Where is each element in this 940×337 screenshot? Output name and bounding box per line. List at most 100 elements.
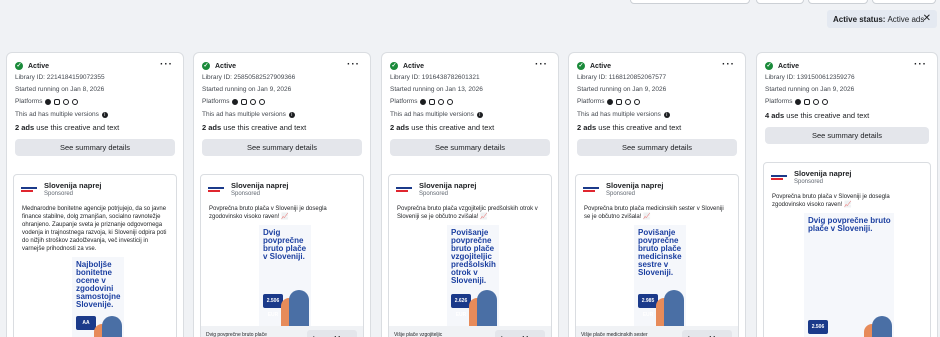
- platforms-label: Platforms: [765, 98, 793, 105]
- library-id: Library ID: 1168120852067577: [577, 74, 667, 81]
- link-caption[interactable]: Višje plače vzgojiteljic: [394, 332, 442, 337]
- platforms-row: Platforms: [202, 98, 266, 105]
- instagram-icon: [429, 98, 436, 105]
- ad-creative[interactable]: Slovenija naprej Sponsored Povprečna bru…: [388, 174, 552, 337]
- facebook-icon: [45, 98, 52, 105]
- learn-more-button[interactable]: Learn More: [307, 330, 357, 337]
- ads-suffix: use this creative and text: [598, 123, 682, 132]
- status-label: Active: [28, 62, 50, 70]
- ads-count: 2 ads: [577, 123, 597, 132]
- ad-status: ✓ Active ···: [765, 59, 929, 71]
- ad-image[interactable]: Najboljše bonitetne ocene v zgodovini sa…: [14, 257, 176, 337]
- info-icon[interactable]: i: [101, 111, 108, 118]
- ads-count-line: 2 ads use this creative and text: [15, 123, 119, 132]
- info-icon[interactable]: i: [476, 111, 483, 118]
- status-label: Active: [215, 62, 237, 70]
- info-icon[interactable]: i: [288, 111, 295, 118]
- see-summary-details-button[interactable]: See summary details: [15, 139, 175, 156]
- see-summary-details-button[interactable]: See summary details: [765, 127, 929, 144]
- started-running: Started running on Jan 9, 2026: [765, 86, 855, 93]
- sponsored-label: Sponsored: [606, 191, 636, 197]
- info-icon[interactable]: i: [663, 111, 670, 118]
- toolbar-button[interactable]: [630, 0, 750, 4]
- poster-headline: Povišanje povprečne bruto plače medicins…: [638, 228, 682, 277]
- ads-count-line: 2 ads use this creative and text: [390, 123, 494, 132]
- ad-image[interactable]: Povišanje povprečne bruto plače medicins…: [576, 225, 738, 326]
- versions-text: This ad has multiple versions: [390, 111, 474, 118]
- learn-more-button[interactable]: Learn More: [495, 330, 545, 337]
- audience-network-icon: [813, 98, 820, 105]
- ad-creative[interactable]: Slovenija naprej Sponsored Mednarodne bo…: [13, 174, 177, 337]
- platforms-label: Platforms: [577, 98, 605, 105]
- more-options-icon[interactable]: ···: [535, 59, 548, 70]
- ad-status: ✓ Active ···: [15, 59, 175, 71]
- ads-count-line: 4 ads use this creative and text: [765, 111, 869, 120]
- facebook-icon: [795, 98, 802, 105]
- toolbar-button[interactable]: [808, 0, 868, 4]
- ads-count-line: 2 ads use this creative and text: [577, 123, 681, 132]
- link-caption[interactable]: Višje plače medicinskih sester: [581, 332, 648, 337]
- person-image: [477, 290, 497, 326]
- ad-image[interactable]: Povišanje povprečne bruto plače vzgojite…: [389, 225, 551, 326]
- ad-card: ✓ Active ··· Library ID: 139150061235927…: [756, 52, 938, 337]
- ads-count: 2 ads: [390, 123, 410, 132]
- ad-creative[interactable]: Slovenija naprej Sponsored Povprečna bru…: [200, 174, 364, 337]
- poster-badge: 2.626 EUR: [451, 294, 471, 318]
- ad-creative[interactable]: Slovenija naprej Sponsored Povprečna bru…: [763, 162, 931, 337]
- filter-label: Active status:: [833, 14, 886, 24]
- toolbar-button[interactable]: [872, 0, 936, 4]
- platforms-row: Platforms: [390, 98, 454, 105]
- advertiser-name[interactable]: Slovenija naprej: [44, 181, 102, 190]
- status-label: Active: [590, 62, 612, 70]
- see-summary-details-button[interactable]: See summary details: [390, 139, 550, 156]
- ads-suffix: use this creative and text: [786, 111, 870, 120]
- platforms-label: Platforms: [15, 98, 43, 105]
- ads-suffix: use this creative and text: [223, 123, 307, 132]
- toolbar-button[interactable]: [756, 0, 804, 4]
- ad-image[interactable]: Dvig povprečne bruto plače v Sloveniji. …: [764, 213, 930, 337]
- platforms-label: Platforms: [390, 98, 418, 105]
- ad-body-text: Povprečna bruto plača vzgojiteljic predš…: [397, 206, 538, 220]
- close-icon[interactable]: ✕: [923, 13, 931, 25]
- messenger-icon: [259, 98, 266, 105]
- versions-text: This ad has multiple versions: [15, 111, 99, 118]
- check-circle-icon: ✓: [202, 62, 210, 70]
- advertiser-name[interactable]: Slovenija naprej: [419, 181, 477, 190]
- advertiser-name[interactable]: Slovenija naprej: [794, 169, 852, 178]
- person-image: [289, 290, 309, 326]
- started-running: Started running on Jan 9, 2026: [202, 86, 292, 93]
- see-summary-details-button[interactable]: See summary details: [202, 139, 362, 156]
- status-label: Active: [403, 62, 425, 70]
- ad-image[interactable]: Dvig povprečne bruto plače v Sloveniji. …: [201, 225, 363, 326]
- ad-body-text: Mednarodne bonitetne agencije potrjujejo…: [22, 206, 167, 252]
- cta-row: Višje plače vzgojiteljic To niso obljube…: [389, 326, 551, 337]
- ad-body-text: Povprečna bruto plača medicinskih sester…: [584, 206, 724, 220]
- library-id: Library ID: 1391500612359276: [765, 74, 855, 81]
- see-summary-details-button[interactable]: See summary details: [577, 139, 737, 156]
- advertiser-logo: [208, 185, 224, 195]
- multiple-versions: This ad has multiple versions i: [577, 111, 670, 118]
- poster: Dvig povprečne bruto plače v Sloveniji. …: [804, 213, 894, 337]
- audience-network-icon: [250, 98, 257, 105]
- more-options-icon[interactable]: ···: [722, 59, 735, 70]
- ad-creative[interactable]: Slovenija naprej Sponsored Povprečna bru…: [575, 174, 739, 337]
- more-options-icon[interactable]: ···: [347, 59, 360, 70]
- poster: Dvig povprečne bruto plače v Sloveniji. …: [259, 225, 311, 326]
- active-status-filter-chip[interactable]: Active status: Active ads ✕: [827, 10, 937, 28]
- library-id: Library ID: 1916438782601321: [390, 74, 480, 81]
- poster-headline: Dvig povprečne bruto plače v Sloveniji.: [263, 228, 307, 261]
- person-image: [872, 316, 892, 337]
- more-options-icon[interactable]: ···: [160, 59, 173, 70]
- check-circle-icon: ✓: [390, 62, 398, 70]
- sponsored-label: Sponsored: [231, 191, 261, 197]
- advertiser-name[interactable]: Slovenija naprej: [606, 181, 664, 190]
- link-caption[interactable]: Dvig povprečne bruto plače: [206, 332, 267, 337]
- advertiser-logo: [771, 173, 787, 183]
- library-id: Library ID: 2214184159072355: [15, 74, 105, 81]
- more-options-icon[interactable]: ···: [914, 59, 927, 70]
- learn-more-button[interactable]: Learn More: [682, 330, 732, 337]
- status-label: Active: [778, 62, 800, 70]
- advertiser-name[interactable]: Slovenija naprej: [231, 181, 289, 190]
- messenger-icon: [447, 98, 454, 105]
- poster: Povišanje povprečne bruto plače medicins…: [634, 225, 686, 326]
